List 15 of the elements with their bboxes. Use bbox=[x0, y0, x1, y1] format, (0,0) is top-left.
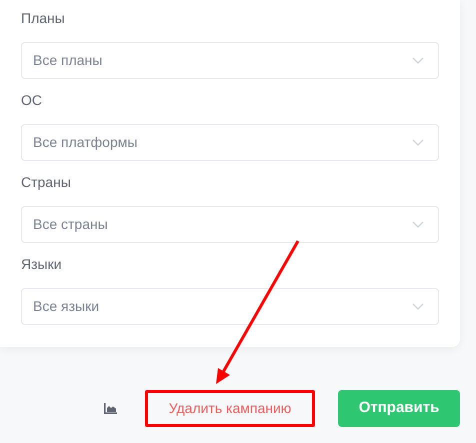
filter-label: ОС bbox=[21, 91, 43, 110]
area-chart-icon[interactable] bbox=[104, 403, 117, 414]
select-field[interactable]: Все планы bbox=[21, 42, 439, 79]
filter-label: Языки bbox=[21, 255, 63, 274]
chevron-down-icon bbox=[412, 221, 424, 228]
delete-campaign-button[interactable]: Удалить кампанию bbox=[145, 390, 315, 427]
select-field[interactable]: Все платформы bbox=[21, 124, 439, 161]
select-field[interactable]: Все языки bbox=[21, 288, 439, 325]
chevron-down-icon bbox=[412, 303, 424, 310]
submit-button[interactable]: Отправить bbox=[338, 390, 460, 427]
filter-label: Страны bbox=[21, 173, 72, 192]
chevron-down-icon bbox=[412, 139, 424, 146]
chevron-down-icon bbox=[412, 57, 424, 64]
filter-label: Планы bbox=[21, 9, 66, 28]
select-field[interactable]: Все страны bbox=[21, 206, 439, 243]
